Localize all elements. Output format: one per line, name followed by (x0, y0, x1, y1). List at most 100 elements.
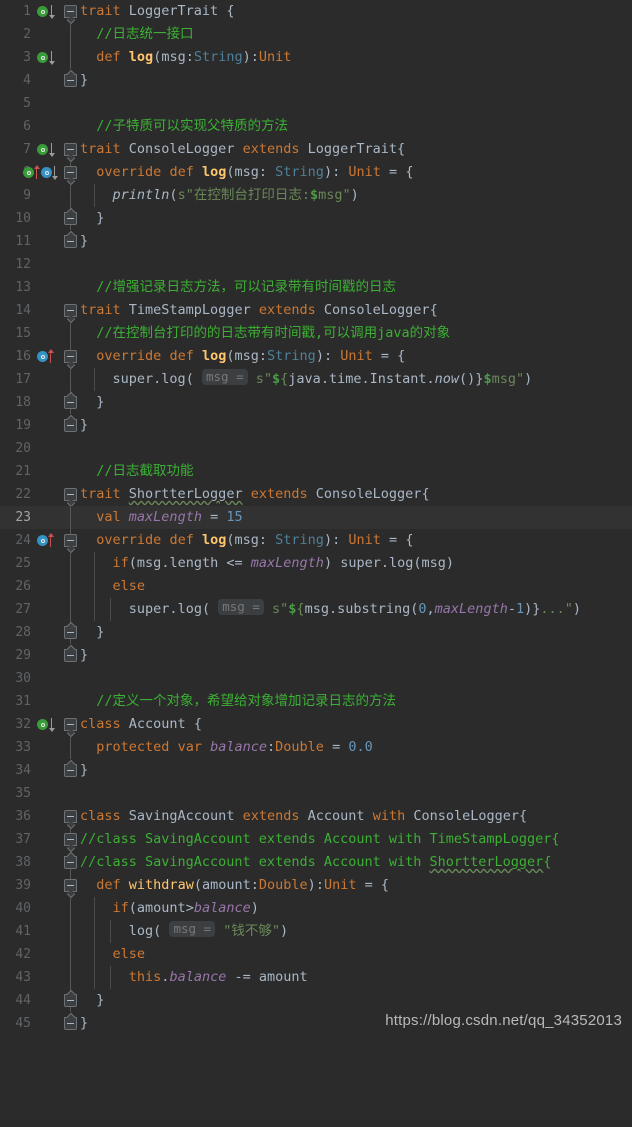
gutter[interactable]: 34 (0, 759, 60, 782)
code-editor[interactable]: 1 trait LoggerTrait { 2 //日志统一接口 3 def l… (0, 0, 632, 1038)
fold-handle-icon[interactable] (64, 143, 77, 156)
fold-handle-icon[interactable] (64, 718, 77, 731)
implemented-marker-green-icon[interactable] (37, 52, 48, 63)
editor-line[interactable]: 16 override def log(msg:String): Unit = … (0, 345, 632, 368)
fold-column[interactable] (62, 483, 80, 506)
fold-column[interactable] (62, 69, 80, 92)
editor-line[interactable]: 9 println(s"在控制台打印日志:$msg") (0, 184, 632, 207)
editor-line[interactable]: 39 def withdraw(amount:Double):Unit = { (0, 874, 632, 897)
gutter[interactable]: 16 (0, 345, 60, 368)
fold-handle-icon[interactable] (64, 534, 77, 547)
gutter[interactable]: 11 (0, 230, 60, 253)
fold-handle-icon[interactable] (64, 994, 77, 1007)
gutter[interactable]: 41 (0, 920, 60, 943)
fold-handle-icon[interactable] (64, 212, 77, 225)
fold-handle-icon[interactable] (64, 396, 77, 409)
editor-line[interactable]: 3 def log(msg:String):Unit (0, 46, 632, 69)
gutter[interactable]: 33 (0, 736, 60, 759)
fold-handle-icon[interactable] (64, 235, 77, 248)
fold-handle-icon[interactable] (64, 649, 77, 662)
fold-column[interactable] (62, 943, 80, 966)
implemented-marker-green-icon[interactable] (37, 6, 48, 17)
fold-column[interactable] (62, 529, 80, 552)
editor-line[interactable]: 42 else (0, 943, 632, 966)
fold-handle-icon[interactable] (64, 1017, 77, 1030)
fold-column[interactable] (62, 345, 80, 368)
editor-line[interactable]: 36 class SavingAccount extends Account w… (0, 805, 632, 828)
fold-column[interactable] (62, 920, 80, 943)
editor-line[interactable]: 12 (0, 253, 632, 276)
fold-handle-icon[interactable] (64, 166, 77, 179)
fold-column[interactable] (62, 506, 80, 529)
fold-column[interactable] (62, 23, 80, 46)
arrow-down-grey-icon[interactable] (48, 50, 55, 65)
fold-column[interactable] (62, 759, 80, 782)
fold-column[interactable] (62, 230, 80, 253)
arrow-down-grey-icon[interactable] (48, 4, 55, 19)
gutter[interactable]: 30 (0, 667, 60, 690)
editor-line[interactable]: 5 (0, 92, 632, 115)
fold-column[interactable] (62, 0, 80, 23)
fold-column[interactable] (62, 828, 80, 851)
fold-handle-icon[interactable] (64, 5, 77, 18)
fold-handle-icon[interactable] (64, 810, 77, 823)
editor-line[interactable]: 2 //日志统一接口 (0, 23, 632, 46)
editor-line[interactable]: 33 protected var balance:Double = 0.0 (0, 736, 632, 759)
implemented-marker-green-icon[interactable] (37, 144, 48, 155)
gutter-markers[interactable] (37, 345, 61, 368)
fold-column[interactable] (62, 552, 80, 575)
gutter[interactable]: 22 (0, 483, 60, 506)
fold-column[interactable] (62, 299, 80, 322)
gutter[interactable]: 42 (0, 943, 60, 966)
arrow-up-red-icon[interactable] (33, 165, 40, 180)
inlay-hint-msg[interactable]: msg = (169, 921, 216, 937)
editor-line[interactable]: 8 override def log(msg: String): Unit = … (0, 161, 632, 184)
fold-handle-icon[interactable] (64, 856, 77, 869)
gutter[interactable]: 37 (0, 828, 60, 851)
gutter[interactable]: 10 (0, 207, 60, 230)
editor-line[interactable]: 21 //日志截取功能 (0, 460, 632, 483)
fold-column[interactable] (62, 621, 80, 644)
editor-line[interactable]: 32 class Account { (0, 713, 632, 736)
fold-column[interactable] (62, 414, 80, 437)
gutter[interactable]: 43 (0, 966, 60, 989)
arrow-down-grey-icon[interactable] (48, 717, 55, 732)
editor-line[interactable]: 24 override def log(msg: String): Unit =… (0, 529, 632, 552)
fold-column[interactable] (62, 966, 80, 989)
fold-handle-icon[interactable] (64, 764, 77, 777)
fold-handle-icon[interactable] (64, 488, 77, 501)
gutter[interactable]: 39 (0, 874, 60, 897)
gutter[interactable]: 4 (0, 69, 60, 92)
gutter-markers[interactable] (37, 46, 61, 69)
arrow-up-red-icon[interactable] (47, 533, 54, 548)
gutter[interactable]: 17 (0, 368, 60, 391)
editor-line[interactable]: 14 trait TimeStampLogger extends Console… (0, 299, 632, 322)
gutter[interactable]: 12 (0, 253, 60, 276)
inlay-hint-msg[interactable]: msg = (218, 599, 264, 615)
fold-column[interactable] (62, 391, 80, 414)
gutter-markers[interactable] (37, 713, 61, 736)
gutter[interactable]: 28 (0, 621, 60, 644)
gutter[interactable]: 20 (0, 437, 60, 460)
fold-column[interactable] (62, 736, 80, 759)
editor-line[interactable]: 13 //增强记录日志方法，可以记录带有时间戳的日志 (0, 276, 632, 299)
gutter[interactable]: 13 (0, 276, 60, 299)
editor-line[interactable]: 20 (0, 437, 632, 460)
gutter[interactable]: 1 (0, 0, 60, 23)
editor-line[interactable]: 7 trait ConsoleLogger extends LoggerTrai… (0, 138, 632, 161)
fold-handle-icon[interactable] (64, 304, 77, 317)
gutter-markers[interactable] (37, 138, 61, 161)
gutter[interactable]: 8 (0, 161, 60, 184)
editor-line[interactable]: 26 else (0, 575, 632, 598)
editor-line[interactable]: 35 (0, 782, 632, 805)
fold-column[interactable] (62, 368, 80, 391)
editor-line[interactable]: 6 //子特质可以实现父特质的方法 (0, 115, 632, 138)
gutter[interactable]: 6 (0, 115, 60, 138)
fold-handle-icon[interactable] (64, 419, 77, 432)
fold-handle-icon[interactable] (64, 74, 77, 87)
editor-line[interactable]: 17 super.log( msg = s"${java.time.Instan… (0, 368, 632, 391)
gutter[interactable]: 36 (0, 805, 60, 828)
gutter[interactable]: 25 (0, 552, 60, 575)
fold-column[interactable] (62, 598, 80, 621)
fold-column[interactable] (62, 322, 80, 345)
